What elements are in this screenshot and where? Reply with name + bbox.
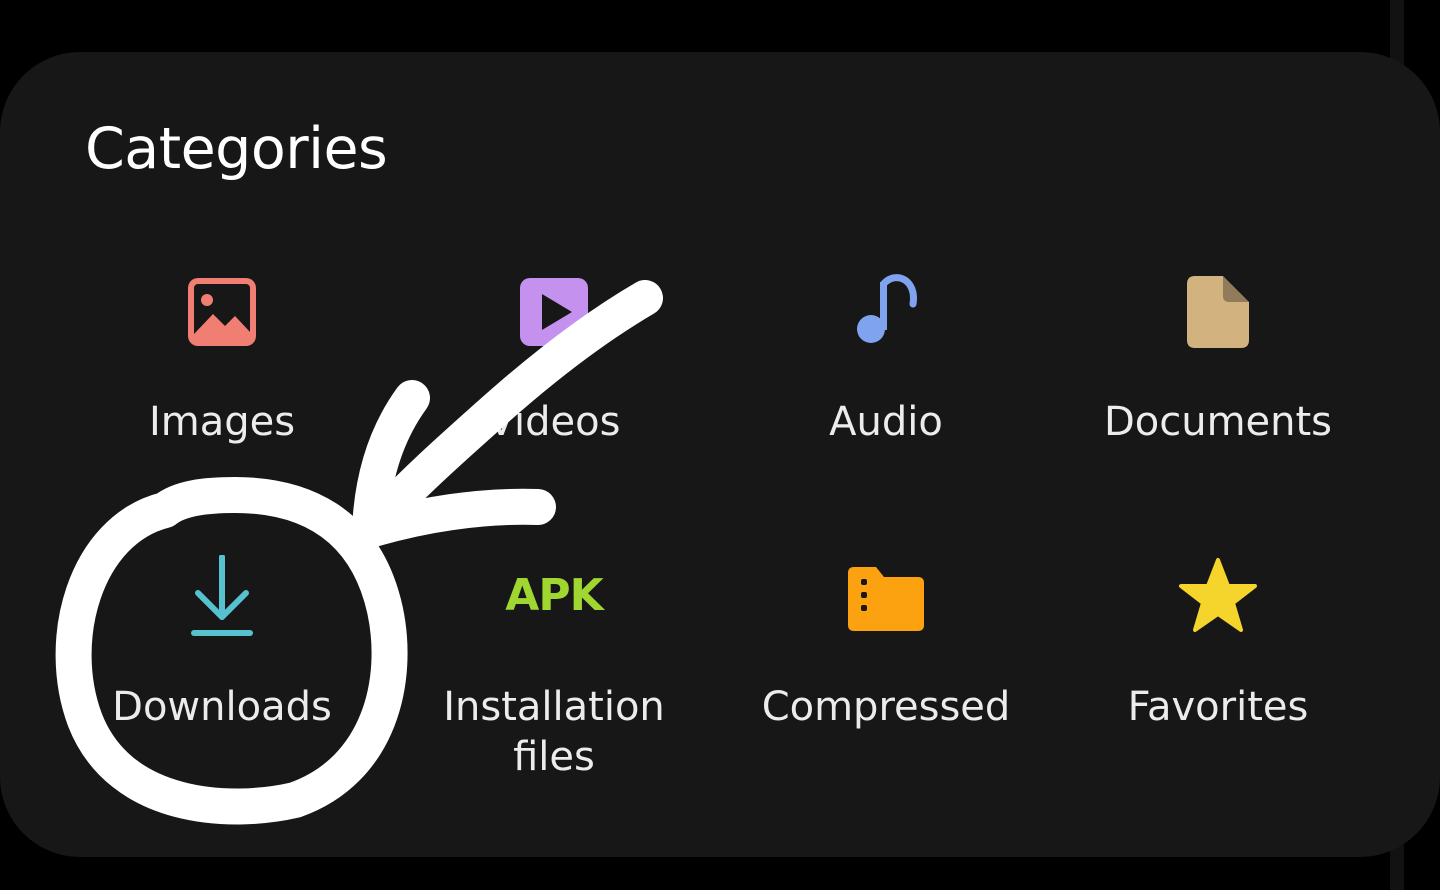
category-label: Images — [148, 399, 296, 445]
document-icon — [1187, 276, 1249, 348]
category-installation-files[interactable]: APK Installation files — [414, 555, 694, 785]
category-label: Audio — [829, 399, 943, 445]
category-audio[interactable]: Audio — [746, 270, 1026, 450]
category-documents[interactable]: Documents — [1078, 270, 1358, 450]
category-label: Favorites — [1127, 684, 1309, 730]
download-icon — [191, 555, 253, 636]
category-favorites[interactable]: Favorites — [1078, 555, 1358, 785]
category-label: Compressed — [761, 684, 1011, 730]
category-label: Documents — [1103, 399, 1333, 445]
zip-folder-icon — [848, 567, 924, 631]
category-label: Downloads — [112, 684, 332, 730]
image-icon — [188, 278, 256, 346]
star-icon — [1179, 558, 1257, 632]
music-note-icon — [857, 274, 917, 343]
category-label: Installation files — [443, 684, 665, 780]
category-images[interactable]: Images — [82, 270, 362, 450]
video-icon — [520, 278, 588, 346]
section-title: Categories — [85, 116, 388, 182]
screen: Categories Images Videos Audio Documents… — [0, 0, 1440, 890]
apk-icon: APK — [505, 570, 603, 621]
category-compressed[interactable]: Compressed — [746, 555, 1026, 785]
category-label: Videos — [487, 399, 621, 445]
category-downloads[interactable]: Downloads — [82, 555, 362, 785]
category-videos[interactable]: Videos — [414, 270, 694, 450]
